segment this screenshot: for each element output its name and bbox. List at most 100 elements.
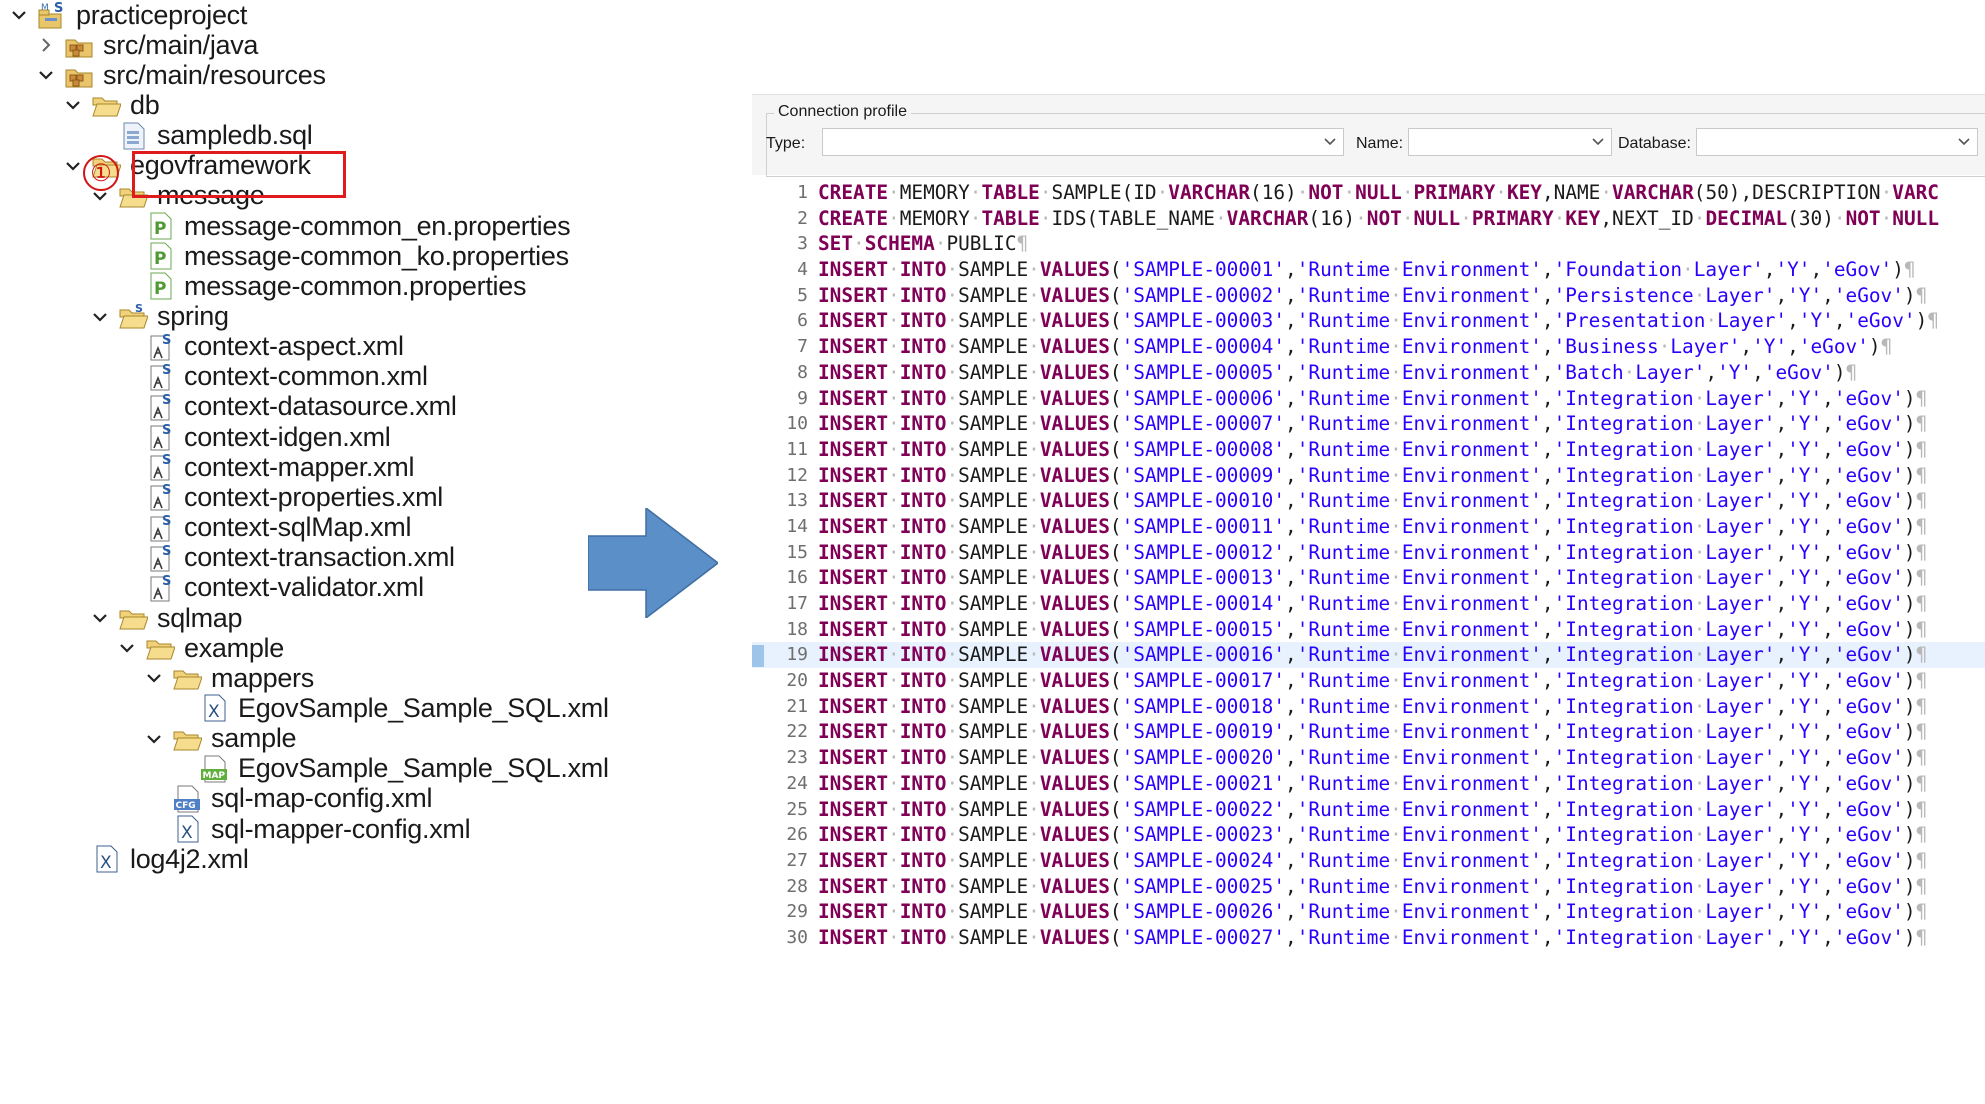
- code-line[interactable]: 22 INSERT·INTO·SAMPLE·VALUES('SAMPLE-0001…: [752, 719, 1985, 745]
- type-select[interactable]: [822, 128, 1344, 156]
- tree-twisty[interactable]: [62, 155, 84, 177]
- chevron-down-icon[interactable]: [119, 640, 135, 656]
- code-line[interactable]: 19 INSERT·INTO·SAMPLE·VALUES('SAMPLE-0001…: [752, 642, 1985, 669]
- tree-twisty: [116, 517, 138, 539]
- whitespace-marker: ·: [1693, 386, 1706, 410]
- code-line[interactable]: 23 INSERT·INTO·SAMPLE·VALUES('SAMPLE-0002…: [752, 745, 1985, 771]
- tree-twisty[interactable]: [35, 34, 57, 56]
- sql-text: SAMPLE: [958, 746, 1029, 770]
- code-line[interactable]: 2 CREATE·MEMORY·TABLE·IDS(TABLE_NAME·VARC…: [752, 206, 1985, 232]
- tree-twisty[interactable]: [116, 637, 138, 659]
- sql-text: ,: [1285, 566, 1297, 590]
- code-line[interactable]: 29 INSERT·INTO·SAMPLE·VALUES('SAMPLE-0002…: [752, 899, 1985, 925]
- step-number-badge: ①: [83, 155, 119, 191]
- code-line[interactable]: 24 INSERT·INTO·SAMPLE·VALUES('SAMPLE-0002…: [752, 771, 1985, 797]
- chevron-down-icon: [1958, 138, 1970, 146]
- sql-string: Layer': [1705, 823, 1776, 847]
- code-line[interactable]: 10 INSERT·INTO·SAMPLE·VALUES('SAMPLE-0000…: [752, 411, 1985, 437]
- chevron-down-icon[interactable]: [11, 7, 27, 23]
- sql-text: ): [1903, 412, 1916, 436]
- chevron-down-icon[interactable]: [146, 731, 162, 747]
- sql-string: Layer': [1705, 720, 1776, 744]
- tree-twisty[interactable]: [35, 64, 57, 86]
- tree-twisty[interactable]: [62, 94, 84, 116]
- line-end-marker: ¶: [1915, 874, 1928, 898]
- code-area[interactable]: 1 CREATE·MEMORY·TABLE·SAMPLE(ID·VARCHAR(1…: [752, 180, 1985, 951]
- tree-item[interactable]: Xlog4j2.xml: [62, 840, 249, 878]
- code-line[interactable]: 8 INSERT·INTO·SAMPLE·VALUES('SAMPLE-00005…: [752, 360, 1985, 386]
- code-line[interactable]: 5 INSERT·INTO·SAMPLE·VALUES('SAMPLE-00002…: [752, 283, 1985, 309]
- whitespace-marker: ·: [1682, 258, 1694, 282]
- chevron-right-icon[interactable]: [38, 37, 54, 53]
- sql-string: 'eGov': [1833, 823, 1904, 847]
- code-line[interactable]: 1 CREATE·MEMORY·TABLE·SAMPLE(ID·VARCHAR(1…: [752, 180, 1985, 206]
- code-line[interactable]: 11 INSERT·INTO·SAMPLE·VALUES('SAMPLE-0000…: [752, 437, 1985, 463]
- sql-string: 'Y': [1787, 514, 1823, 538]
- sql-keyword: NULL: [1892, 206, 1939, 230]
- whitespace-marker: ·: [1390, 617, 1402, 641]
- sql-string: 'Integration: [1553, 771, 1694, 795]
- code-line[interactable]: 21 INSERT·INTO·SAMPLE·VALUES('SAMPLE-0001…: [752, 694, 1985, 720]
- code-line[interactable]: 20 INSERT·INTO·SAMPLE·VALUES('SAMPLE-0001…: [752, 668, 1985, 694]
- code-line[interactable]: 15 INSERT·INTO·SAMPLE·VALUES('SAMPLE-0001…: [752, 540, 1985, 566]
- sql-string: 'eGov': [1833, 746, 1904, 770]
- code-line[interactable]: 7 INSERT·INTO·SAMPLE·VALUES('SAMPLE-00004…: [752, 334, 1985, 360]
- sql-string: 'Runtime: [1296, 309, 1391, 333]
- code-line[interactable]: 9 INSERT·INTO·SAMPLE·VALUES('SAMPLE-00006…: [752, 386, 1985, 412]
- tree-twisty[interactable]: [143, 667, 165, 689]
- code-line[interactable]: 18 INSERT·INTO·SAMPLE·VALUES('SAMPLE-0001…: [752, 617, 1985, 643]
- sql-text: ): [1903, 514, 1916, 538]
- line-number: 21: [786, 695, 808, 717]
- code-line[interactable]: 3 SET·SCHEMA·PUBLIC¶: [752, 231, 1985, 257]
- chevron-down-icon[interactable]: [92, 309, 108, 325]
- sql-text: SAMPLE: [958, 489, 1029, 513]
- sql-keyword: KEY: [1506, 181, 1542, 204]
- code-line[interactable]: 16 INSERT·INTO·SAMPLE·VALUES('SAMPLE-0001…: [752, 565, 1985, 591]
- sql-text: ,: [1775, 592, 1788, 615]
- database-select[interactable]: [1696, 128, 1978, 156]
- tree-twisty[interactable]: [8, 4, 30, 26]
- sql-string: 'SAMPLE-00027': [1121, 925, 1286, 949]
- sql-text: ,: [1541, 771, 1554, 795]
- code-text: INSERT·INTO·SAMPLE·VALUES('SAMPLE-00023'…: [818, 822, 1927, 848]
- code-line[interactable]: 14 INSERT·INTO·SAMPLE·VALUES('SAMPLE-0001…: [752, 514, 1985, 540]
- code-line[interactable]: 13 INSERT·INTO·SAMPLE·VALUES('SAMPLE-0001…: [752, 488, 1985, 514]
- chevron-down-icon[interactable]: [65, 158, 81, 174]
- sql-string: Layer': [1693, 258, 1764, 282]
- chevron-down-icon[interactable]: [146, 670, 162, 686]
- sql-string: Environment': [1401, 874, 1542, 898]
- whitespace-marker: ·: [1623, 360, 1636, 384]
- sql-string: 'Foundation: [1553, 258, 1683, 282]
- code-line[interactable]: 17 INSERT·INTO·SAMPLE·VALUES('SAMPLE-0001…: [752, 591, 1985, 617]
- tree-twisty[interactable]: [89, 607, 111, 629]
- name-select[interactable]: [1408, 128, 1612, 156]
- sql-string: Environment': [1401, 283, 1542, 307]
- whitespace-marker: ·: [1028, 437, 1040, 461]
- chevron-down-icon[interactable]: [38, 67, 54, 83]
- sql-string: 'SAMPLE-00005': [1121, 360, 1286, 384]
- sql-keyword: INSERT: [818, 669, 889, 693]
- chevron-down-icon[interactable]: [92, 610, 108, 626]
- whitespace-marker: ·: [1028, 412, 1040, 436]
- chevron-down-icon[interactable]: [65, 97, 81, 113]
- sql-text: ): [1903, 566, 1916, 590]
- code-line[interactable]: 25 INSERT·INTO·SAMPLE·VALUES('SAMPLE-0002…: [752, 797, 1985, 823]
- tree-twisty[interactable]: [89, 306, 111, 328]
- code-line[interactable]: 30 INSERT·INTO·SAMPLE·VALUES('SAMPLE-0002…: [752, 925, 1985, 951]
- code-line[interactable]: 27 INSERT·INTO·SAMPLE·VALUES('SAMPLE-0002…: [752, 848, 1985, 874]
- code-line[interactable]: 26 INSERT·INTO·SAMPLE·VALUES('SAMPLE-0002…: [752, 822, 1985, 848]
- code-line[interactable]: 12 INSERT·INTO·SAMPLE·VALUES('SAMPLE-0000…: [752, 463, 1985, 489]
- sql-text: ,: [1541, 437, 1554, 461]
- line-number: 1: [797, 182, 808, 203]
- sql-string: Environment': [1401, 566, 1542, 590]
- whitespace-marker: ·: [888, 874, 900, 898]
- sql-string: 'Presentation: [1553, 309, 1706, 333]
- sql-text: ,: [1541, 925, 1554, 949]
- sql-string: 'SAMPLE-00020': [1121, 746, 1286, 770]
- code-line[interactable]: 28 INSERT·INTO·SAMPLE·VALUES('SAMPLE-0002…: [752, 874, 1985, 900]
- code-line[interactable]: 4 INSERT·INTO·SAMPLE·VALUES('SAMPLE-00001…: [752, 257, 1985, 283]
- whitespace-marker: ·: [946, 335, 959, 359]
- sql-editor: Connection profile Type: Name: Database:…: [752, 94, 1985, 954]
- code-line[interactable]: 6 INSERT·INTO·SAMPLE·VALUES('SAMPLE-00003…: [752, 308, 1985, 334]
- tree-twisty[interactable]: [143, 728, 165, 750]
